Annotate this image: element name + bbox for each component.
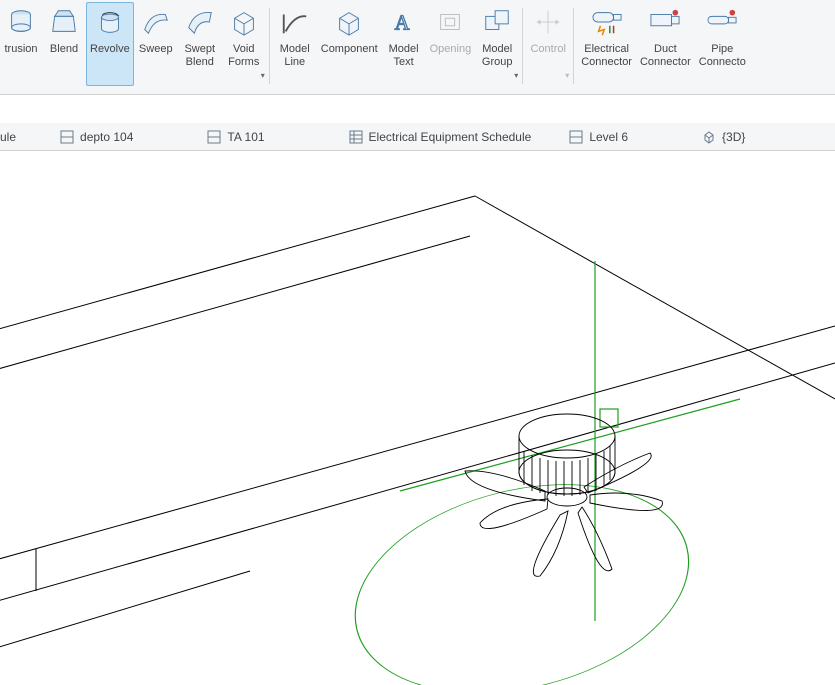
tab-label: depto 104: [80, 130, 133, 144]
tab-label: ule: [0, 130, 16, 144]
fan-component[interactable]: [465, 414, 662, 576]
electrical-connector-tool[interactable]: Electrical Connector: [577, 2, 636, 86]
tab-label: Electrical Equipment Schedule: [369, 130, 532, 144]
reference-plane: [333, 261, 740, 685]
component-label: Component: [321, 43, 378, 56]
blend-tool[interactable]: Blend: [42, 2, 86, 86]
opening-label: Opening: [430, 43, 472, 56]
tab-label: {3D}: [722, 130, 745, 144]
tab-3d[interactable]: {3D}: [688, 123, 759, 150]
control-icon: [531, 5, 565, 39]
plan-view-icon: [207, 130, 221, 144]
tab-ta101[interactable]: TA 101: [193, 123, 334, 150]
tab-depto104[interactable]: depto 104: [46, 123, 193, 150]
electrical-connector-label: Electrical Connector: [581, 43, 632, 69]
view-tabs: ule depto 104 TA 101 Electrical Equipmen…: [0, 123, 835, 151]
tab-level6[interactable]: Level 6: [555, 123, 688, 150]
duct-connector-icon: [648, 5, 682, 39]
viewport-canvas: [0, 151, 835, 685]
opening-tool: Opening: [426, 2, 476, 86]
sweep-label: Sweep: [139, 43, 173, 56]
revolve-tool[interactable]: Revolve: [86, 2, 134, 86]
model-line-label: Model Line: [280, 43, 310, 69]
swept-blend-tool[interactable]: Swept Blend: [178, 2, 222, 86]
dropdown-arrow-icon[interactable]: ▾: [261, 71, 265, 80]
plan-view-icon: [569, 130, 583, 144]
ribbon-separator: [573, 8, 574, 84]
ribbon-group-control: Control ▾: [526, 2, 570, 86]
model-viewport[interactable]: [0, 151, 835, 685]
ribbon-group-connectors: Electrical Connector Duct Connector: [577, 2, 750, 86]
model-group-label: Model Group: [482, 43, 513, 69]
control-tool: Control: [526, 2, 570, 86]
cube-3d-icon: [702, 130, 716, 144]
schedule-icon: [349, 130, 363, 144]
component-icon: [332, 5, 366, 39]
extrusion-tool[interactable]: trusion: [0, 2, 42, 86]
tab-eq-schedule[interactable]: Electrical Equipment Schedule: [335, 123, 556, 150]
model-group-tool[interactable]: Model Group: [475, 2, 519, 86]
swept-blend-icon: [183, 5, 217, 39]
extrusion-icon: [4, 5, 38, 39]
blend-label: Blend: [50, 43, 78, 56]
model-line-icon: [278, 5, 312, 39]
blend-icon: [47, 5, 81, 39]
revolve-label: Revolve: [90, 43, 130, 56]
revolve-icon: [93, 5, 127, 39]
swept-blend-label: Swept Blend: [184, 43, 215, 69]
model-text-tool[interactable]: A Model Text: [382, 2, 426, 86]
tab-label: Level 6: [589, 130, 628, 144]
ribbon-toolbar: trusion Blend: [0, 0, 835, 95]
ribbon-separator: [522, 8, 523, 84]
model-line-tool[interactable]: Model Line: [273, 2, 317, 86]
model-text-icon: A: [387, 5, 421, 39]
model-text-label: Model Text: [389, 43, 419, 69]
void-forms-icon: [227, 5, 261, 39]
void-forms-label: Void Forms: [228, 43, 259, 69]
model-group-icon: [480, 5, 514, 39]
void-forms-tool[interactable]: Void Forms: [222, 2, 266, 86]
sweep-tool[interactable]: Sweep: [134, 2, 178, 86]
dropdown-arrow-icon: ▾: [565, 71, 569, 80]
tab-ule[interactable]: ule: [0, 123, 46, 150]
control-label: Control: [530, 43, 565, 56]
plan-view-icon: [60, 130, 74, 144]
opening-icon: [433, 5, 467, 39]
pipe-connector-label: Pipe Connecto: [699, 43, 746, 69]
ribbon-group-model: Model Line Component A: [273, 2, 519, 86]
svg-text:A: A: [394, 13, 409, 35]
pipe-connector-tool[interactable]: Pipe Connecto: [695, 2, 750, 86]
electrical-connector-icon: [590, 5, 624, 39]
duct-connector-tool[interactable]: Duct Connector: [636, 2, 695, 86]
extrusion-label: trusion: [4, 43, 37, 56]
component-tool[interactable]: Component: [317, 2, 382, 86]
sweep-icon: [139, 5, 173, 39]
ribbon-group-forms: trusion Blend: [0, 2, 266, 86]
floor-slab-geometry: [0, 196, 835, 671]
duct-connector-label: Duct Connector: [640, 43, 691, 69]
pipe-connector-icon: [705, 5, 739, 39]
dropdown-arrow-icon[interactable]: ▾: [514, 71, 518, 80]
ribbon-separator: [269, 8, 270, 84]
tab-label: TA 101: [227, 130, 264, 144]
